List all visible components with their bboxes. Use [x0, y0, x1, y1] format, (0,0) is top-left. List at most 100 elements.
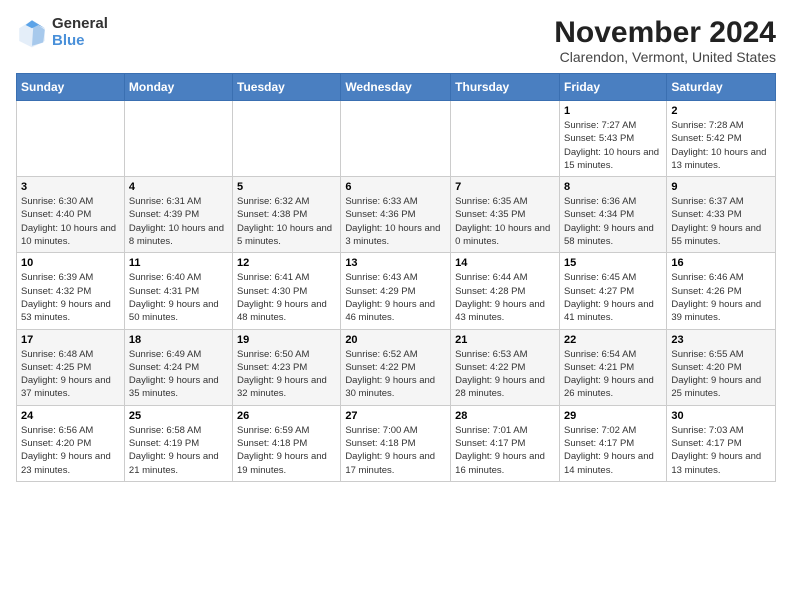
calendar-cell: 4Sunrise: 6:31 AM Sunset: 4:39 PM Daylig… [124, 177, 232, 253]
day-info: Sunrise: 7:03 AM Sunset: 4:17 PM Dayligh… [671, 424, 771, 477]
calendar-cell: 9 Sunrise: 6:37 AM Sunset: 4:33 PM Daylig… [667, 177, 776, 253]
day-number: 25 [129, 410, 228, 422]
calendar-cell: 17Sunrise: 6:48 AM Sunset: 4:25 PM Dayli… [17, 329, 125, 405]
calendar-week-row: 24 Sunrise: 6:56 AM Sunset: 4:20 PM Dayli… [17, 405, 776, 481]
title-area: November 2024 Clarendon, Vermont, United… [554, 16, 776, 65]
day-info: Sunrise: 6:44 AM Sunset: 4:28 PM Dayligh… [455, 271, 555, 324]
day-number: 29 [564, 410, 662, 422]
day-info: Sunrise: 6:56 AM Sunset: 4:20 PM Dayligh… [21, 424, 120, 477]
calendar-cell: 6 Sunrise: 6:33 AM Sunset: 4:36 PM Daylig… [341, 177, 451, 253]
weekday-header: Wednesday [341, 74, 451, 101]
weekday-header: Saturday [667, 74, 776, 101]
calendar-week-row: 1Sunrise: 7:27 AM Sunset: 5:43 PM Daylig… [17, 101, 776, 177]
day-info: Sunrise: 6:45 AM Sunset: 4:27 PM Dayligh… [564, 271, 662, 324]
day-number: 27 [345, 410, 446, 422]
day-info: Sunrise: 6:55 AM Sunset: 4:20 PM Dayligh… [671, 348, 771, 401]
calendar-cell: 28 Sunrise: 7:01 AM Sunset: 4:17 PM Dayli… [451, 405, 560, 481]
calendar-cell: 15 Sunrise: 6:45 AM Sunset: 4:27 PM Dayli… [559, 253, 666, 329]
day-info: Sunrise: 6:43 AM Sunset: 4:29 PM Dayligh… [345, 271, 446, 324]
day-info: Sunrise: 6:41 AM Sunset: 4:30 PM Dayligh… [237, 271, 336, 324]
weekday-header: Monday [124, 74, 232, 101]
logo-blue: Blue [52, 33, 108, 50]
weekday-row: SundayMondayTuesdayWednesdayThursdayFrid… [17, 74, 776, 101]
day-number: 24 [21, 410, 120, 422]
weekday-header: Thursday [451, 74, 560, 101]
day-number: 8 [564, 181, 662, 193]
day-info: Sunrise: 6:35 AM Sunset: 4:35 PM Dayligh… [455, 195, 555, 248]
calendar-cell: 14 Sunrise: 6:44 AM Sunset: 4:28 PM Dayli… [451, 253, 560, 329]
calendar-cell: 10 Sunrise: 6:39 AM Sunset: 4:32 PM Dayli… [17, 253, 125, 329]
weekday-header: Tuesday [233, 74, 341, 101]
calendar-cell [124, 101, 232, 177]
day-number: 18 [129, 334, 228, 346]
day-number: 16 [671, 257, 771, 269]
calendar-cell: 18 Sunrise: 6:49 AM Sunset: 4:24 PM Dayli… [124, 329, 232, 405]
day-info: Sunrise: 6:37 AM Sunset: 4:33 PM Dayligh… [671, 195, 771, 248]
day-info: Sunrise: 6:54 AM Sunset: 4:21 PM Dayligh… [564, 348, 662, 401]
day-info: Sunrise: 6:32 AM Sunset: 4:38 PM Dayligh… [237, 195, 336, 248]
header: General Blue November 2024 Clarendon, Ve… [16, 16, 776, 65]
calendar-cell: 21 Sunrise: 6:53 AM Sunset: 4:22 PM Dayli… [451, 329, 560, 405]
calendar-cell: 24 Sunrise: 6:56 AM Sunset: 4:20 PM Dayli… [17, 405, 125, 481]
day-number: 20 [345, 334, 446, 346]
day-info: Sunrise: 6:50 AM Sunset: 4:23 PM Dayligh… [237, 348, 336, 401]
page-title: November 2024 [554, 16, 776, 49]
calendar-cell: 12Sunrise: 6:41 AM Sunset: 4:30 PM Dayli… [233, 253, 341, 329]
calendar-cell: 5 Sunrise: 6:32 AM Sunset: 4:38 PM Daylig… [233, 177, 341, 253]
calendar-week-row: 17Sunrise: 6:48 AM Sunset: 4:25 PM Dayli… [17, 329, 776, 405]
calendar-cell: 26Sunrise: 6:59 AM Sunset: 4:18 PM Dayli… [233, 405, 341, 481]
logo-icon [16, 17, 48, 49]
day-number: 30 [671, 410, 771, 422]
day-number: 4 [129, 181, 228, 193]
calendar-week-row: 3 Sunrise: 6:30 AM Sunset: 4:40 PM Daylig… [17, 177, 776, 253]
calendar-week-row: 10 Sunrise: 6:39 AM Sunset: 4:32 PM Dayli… [17, 253, 776, 329]
calendar-cell: 8Sunrise: 6:36 AM Sunset: 4:34 PM Daylig… [559, 177, 666, 253]
day-info: Sunrise: 7:28 AM Sunset: 5:42 PM Dayligh… [671, 119, 771, 172]
calendar-cell: 3 Sunrise: 6:30 AM Sunset: 4:40 PM Daylig… [17, 177, 125, 253]
calendar-header: SundayMondayTuesdayWednesdayThursdayFrid… [17, 74, 776, 101]
calendar-cell: 29 Sunrise: 7:02 AM Sunset: 4:17 PM Dayli… [559, 405, 666, 481]
day-info: Sunrise: 6:46 AM Sunset: 4:26 PM Dayligh… [671, 271, 771, 324]
logo-text: General Blue [52, 16, 108, 49]
day-info: Sunrise: 6:52 AM Sunset: 4:22 PM Dayligh… [345, 348, 446, 401]
day-number: 14 [455, 257, 555, 269]
day-info: Sunrise: 6:30 AM Sunset: 4:40 PM Dayligh… [21, 195, 120, 248]
day-info: Sunrise: 6:33 AM Sunset: 4:36 PM Dayligh… [345, 195, 446, 248]
page-subtitle: Clarendon, Vermont, United States [554, 49, 776, 65]
day-info: Sunrise: 7:02 AM Sunset: 4:17 PM Dayligh… [564, 424, 662, 477]
calendar-cell [17, 101, 125, 177]
logo-general: General [52, 16, 108, 33]
day-info: Sunrise: 6:39 AM Sunset: 4:32 PM Dayligh… [21, 271, 120, 324]
calendar-cell: 7Sunrise: 6:35 AM Sunset: 4:35 PM Daylig… [451, 177, 560, 253]
calendar-cell: 16 Sunrise: 6:46 AM Sunset: 4:26 PM Dayli… [667, 253, 776, 329]
calendar-cell: 1Sunrise: 7:27 AM Sunset: 5:43 PM Daylig… [559, 101, 666, 177]
day-number: 3 [21, 181, 120, 193]
day-info: Sunrise: 7:01 AM Sunset: 4:17 PM Dayligh… [455, 424, 555, 477]
day-number: 10 [21, 257, 120, 269]
calendar-cell: 30 Sunrise: 7:03 AM Sunset: 4:17 PM Dayli… [667, 405, 776, 481]
day-info: Sunrise: 6:58 AM Sunset: 4:19 PM Dayligh… [129, 424, 228, 477]
day-info: Sunrise: 6:40 AM Sunset: 4:31 PM Dayligh… [129, 271, 228, 324]
calendar-body: 1Sunrise: 7:27 AM Sunset: 5:43 PM Daylig… [17, 101, 776, 482]
day-number: 21 [455, 334, 555, 346]
day-number: 19 [237, 334, 336, 346]
day-number: 6 [345, 181, 446, 193]
calendar-cell: 11 Sunrise: 6:40 AM Sunset: 4:31 PM Dayli… [124, 253, 232, 329]
day-number: 15 [564, 257, 662, 269]
day-number: 9 [671, 181, 771, 193]
weekday-header: Friday [559, 74, 666, 101]
day-number: 5 [237, 181, 336, 193]
day-info: Sunrise: 6:53 AM Sunset: 4:22 PM Dayligh… [455, 348, 555, 401]
day-info: Sunrise: 6:49 AM Sunset: 4:24 PM Dayligh… [129, 348, 228, 401]
calendar-cell: 23Sunrise: 6:55 AM Sunset: 4:20 PM Dayli… [667, 329, 776, 405]
calendar-cell: 19 Sunrise: 6:50 AM Sunset: 4:23 PM Dayli… [233, 329, 341, 405]
calendar-cell [451, 101, 560, 177]
day-number: 28 [455, 410, 555, 422]
day-number: 2 [671, 105, 771, 117]
day-info: Sunrise: 7:27 AM Sunset: 5:43 PM Dayligh… [564, 119, 662, 172]
calendar-cell: 25 Sunrise: 6:58 AM Sunset: 4:19 PM Dayli… [124, 405, 232, 481]
day-number: 11 [129, 257, 228, 269]
day-number: 26 [237, 410, 336, 422]
calendar-cell: 22Sunrise: 6:54 AM Sunset: 4:21 PM Dayli… [559, 329, 666, 405]
calendar-table: SundayMondayTuesdayWednesdayThursdayFrid… [16, 73, 776, 482]
